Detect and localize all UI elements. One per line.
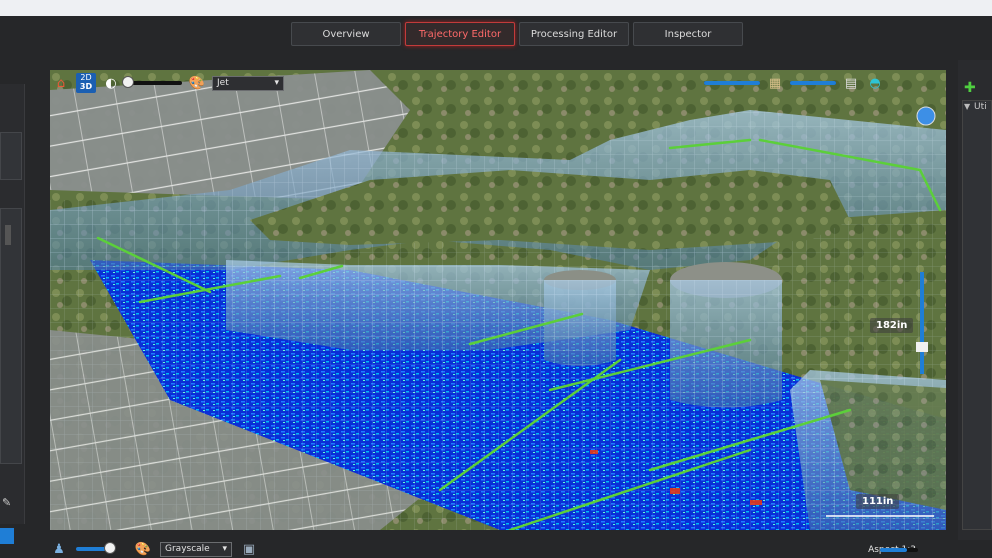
palette-icon: 🎨 xyxy=(134,541,152,557)
tab-inspector[interactable]: Inspector xyxy=(633,22,743,46)
building-icon: ▤ xyxy=(844,75,858,91)
map-icon: ▦ xyxy=(768,75,782,91)
bottom-contrast-slider[interactable] xyxy=(76,542,116,554)
colormap-select[interactable]: Jet ▾ xyxy=(212,75,284,91)
horizontal-measurement-label: 111in xyxy=(856,494,900,509)
viewport-toolbar: ⌂ 2D 3D ◐ 🎨 Jet ▾ xyxy=(52,70,284,96)
globe-icon[interactable] xyxy=(916,106,936,126)
view-mode-toggle[interactable]: 2D 3D xyxy=(76,73,96,93)
bottom-toolbar: ♟ 🎨 Grayscale ▾ ▣ xyxy=(50,540,946,558)
view-mode-2d: 2D xyxy=(80,73,92,82)
colormap-value: Jet xyxy=(217,78,229,88)
contrast-icon: ◐ xyxy=(105,75,117,91)
view-mode-3d: 3D xyxy=(79,82,93,91)
left-side-panel: ✎ xyxy=(0,84,25,544)
tab-trajectory-editor[interactable]: Trajectory Editor xyxy=(405,22,515,46)
contrast-slider[interactable] xyxy=(122,76,182,88)
vertical-measurement-label: 182in xyxy=(870,318,914,333)
wall-opacity-slider[interactable] xyxy=(704,81,760,85)
person-icon[interactable]: ♟ xyxy=(50,540,68,558)
aspect-slider[interactable] xyxy=(880,548,918,552)
palette-icon: 🎨 xyxy=(188,75,206,91)
editor-tabs: Overview Trajectory Editor Processing Ed… xyxy=(291,22,743,46)
point-cloud-scene[interactable] xyxy=(50,70,946,530)
viewport-sliders: ▦ ▤ ◓ xyxy=(704,70,884,96)
bottom-contrast-knob[interactable] xyxy=(104,542,116,554)
add-icon[interactable]: ✚ xyxy=(964,80,976,96)
tab-processing-editor[interactable]: Processing Editor xyxy=(519,22,629,46)
layers-icon[interactable]: ▣ xyxy=(240,540,258,558)
left-panel-list[interactable] xyxy=(0,208,22,464)
home-icon[interactable]: ⌂ xyxy=(52,74,70,92)
utility-panel-label: Uti xyxy=(974,102,987,112)
browser-top-strip xyxy=(0,0,992,16)
collapse-arrow-icon[interactable]: ▼ xyxy=(964,102,970,111)
chevron-down-icon: ▾ xyxy=(274,78,279,88)
brush-icon[interactable]: ✎ xyxy=(2,496,11,509)
active-tool-indicator[interactable] xyxy=(0,528,14,544)
dome-icon[interactable]: ◓ xyxy=(866,74,884,92)
contrast-slider-knob[interactable] xyxy=(122,76,134,88)
bottom-colormap-select[interactable]: Grayscale ▾ xyxy=(160,541,232,557)
vertical-scale-handle[interactable] xyxy=(916,342,928,352)
bottom-colormap-value: Grayscale xyxy=(165,544,210,554)
scrollbar-thumb[interactable] xyxy=(5,225,11,245)
3d-viewport[interactable]: ⌂ 2D 3D ◐ 🎨 Jet ▾ ▦ ▤ ◓ 182in 111in xyxy=(50,70,946,530)
layer-height-slider[interactable] xyxy=(790,81,836,85)
right-side-panel: ✚ ▼ Uti xyxy=(958,60,992,540)
tab-overview[interactable]: Overview xyxy=(291,22,401,46)
utility-panel xyxy=(962,100,992,530)
chevron-down-icon: ▾ xyxy=(222,544,227,554)
left-panel-section xyxy=(0,132,22,180)
